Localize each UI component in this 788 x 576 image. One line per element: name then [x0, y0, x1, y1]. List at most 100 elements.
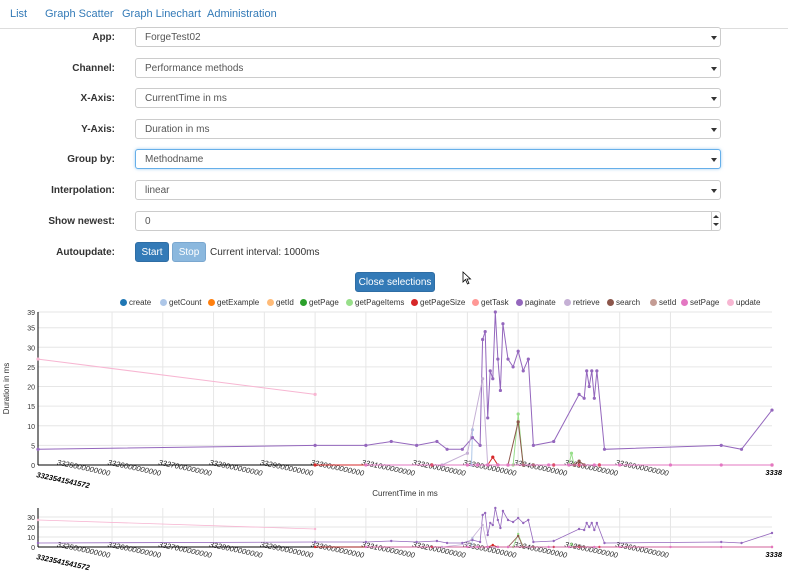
data-point-getPageSize[interactable]	[491, 543, 494, 547]
data-point-paginate[interactable]	[719, 443, 723, 447]
data-point-paginate[interactable]	[488, 369, 492, 373]
data-point-paginate[interactable]	[445, 447, 449, 451]
data-point-paginate[interactable]	[435, 439, 439, 444]
data-point-paginate[interactable]	[590, 521, 593, 525]
data-point-update[interactable]	[313, 392, 317, 396]
shownewest-input[interactable]: 0	[135, 211, 721, 231]
data-point-paginate[interactable]	[461, 541, 464, 545]
nav-list-link[interactable]: List	[10, 8, 27, 20]
data-point-paginate[interactable]	[590, 369, 594, 373]
data-point-paginate[interactable]	[595, 369, 599, 373]
data-point-search[interactable]	[577, 459, 581, 463]
data-point-retrieve[interactable]	[481, 377, 485, 381]
data-point-paginate[interactable]	[770, 408, 774, 412]
data-point-paginate[interactable]	[483, 330, 487, 334]
data-point-setPage[interactable]	[592, 463, 596, 467]
data-point-paginate[interactable]	[496, 518, 500, 522]
data-point-paginate[interactable]	[595, 521, 599, 525]
data-point-setPage[interactable]	[466, 545, 469, 549]
data-point-paginate[interactable]	[460, 447, 464, 451]
yaxis-select[interactable]: Duration in ms	[135, 119, 721, 139]
context-chart[interactable]: 0102030332500000000033260000000003327000…	[0, 500, 788, 576]
data-point-paginate[interactable]	[588, 525, 591, 529]
data-point-paginate[interactable]	[582, 396, 586, 400]
nav-graph-linechart-link[interactable]: Graph Linechart	[122, 8, 201, 20]
data-point-paginate[interactable]	[506, 518, 510, 522]
data-point-paginate[interactable]	[483, 511, 487, 515]
data-point-search[interactable]	[516, 534, 520, 538]
data-point-setPage[interactable]	[364, 545, 368, 549]
data-point-setPage[interactable]	[770, 463, 774, 467]
data-point-paginate[interactable]	[313, 540, 317, 544]
data-point-paginate[interactable]	[493, 310, 497, 314]
data-point-paginate[interactable]	[585, 369, 589, 373]
data-point-paginate[interactable]	[521, 369, 525, 373]
data-point-setPage[interactable]	[486, 463, 490, 467]
data-point-paginate[interactable]	[486, 416, 490, 420]
data-point-paginate[interactable]	[435, 539, 439, 543]
data-point-retrieve[interactable]	[466, 542, 469, 546]
data-point-paginate[interactable]	[577, 392, 581, 396]
data-point-search[interactable]	[516, 420, 520, 424]
groupby-select[interactable]: Methodname	[135, 149, 721, 169]
data-point-paginate[interactable]	[313, 443, 317, 447]
data-point-paginate[interactable]	[770, 531, 774, 535]
data-point-paginate[interactable]	[552, 439, 556, 444]
data-point-paginate[interactable]	[415, 540, 418, 544]
data-point-paginate[interactable]	[470, 435, 475, 440]
nav-administration-link[interactable]: Administration	[207, 8, 277, 20]
data-point-getPageItems[interactable]	[570, 542, 573, 546]
data-point-paginate[interactable]	[552, 539, 555, 543]
data-point-paginate[interactable]	[486, 533, 489, 537]
data-point-setPage[interactable]	[770, 545, 774, 549]
data-point-paginate[interactable]	[526, 357, 530, 361]
data-point-paginate[interactable]	[489, 521, 492, 525]
data-point-paginate[interactable]	[491, 523, 494, 527]
data-point-setPage[interactable]	[547, 463, 551, 467]
data-point-paginate[interactable]	[491, 377, 495, 381]
nav-graph-scatter-link[interactable]: Graph Scatter	[45, 8, 113, 20]
channel-select[interactable]: Performance methods	[135, 58, 721, 78]
data-point-paginate[interactable]	[592, 396, 596, 400]
close-selections-button[interactable]: Close selections	[355, 272, 435, 292]
data-point-paginate[interactable]	[501, 509, 505, 513]
data-point-paginate[interactable]	[481, 337, 485, 342]
start-button[interactable]: Start	[135, 242, 169, 262]
data-point-paginate[interactable]	[364, 443, 368, 447]
data-point-paginate[interactable]	[522, 521, 525, 525]
data-point-setPage[interactable]	[465, 463, 470, 467]
data-point-getPageSize[interactable]	[313, 545, 317, 549]
xaxis-select[interactable]: CurrentTime in ms	[135, 88, 721, 108]
data-point-setPage[interactable]	[618, 463, 622, 467]
data-point-paginate[interactable]	[498, 388, 503, 393]
data-point-setPage[interactable]	[506, 463, 510, 467]
data-point-paginate[interactable]	[602, 447, 607, 451]
data-point-paginate[interactable]	[389, 439, 393, 444]
data-point-paginate[interactable]	[478, 540, 482, 544]
data-point-retrieve[interactable]	[465, 451, 470, 455]
data-point-setPage[interactable]	[496, 545, 500, 549]
number-spinner[interactable]	[711, 212, 720, 230]
data-point-paginate[interactable]	[445, 541, 449, 545]
data-point-setPage[interactable]	[475, 463, 480, 467]
data-point-paginate[interactable]	[36, 541, 40, 545]
data-point-setPage[interactable]	[364, 463, 368, 467]
data-point-setPage[interactable]	[476, 545, 479, 549]
data-point-setPage[interactable]	[720, 545, 723, 549]
data-point-paginate[interactable]	[585, 521, 588, 525]
data-point-paginate[interactable]	[494, 506, 497, 510]
interpolation-select[interactable]: linear	[135, 180, 721, 200]
data-point-paginate[interactable]	[603, 541, 606, 545]
spinner-up-icon[interactable]	[713, 215, 719, 218]
spinner-down-icon[interactable]	[713, 223, 719, 226]
data-point-paginate[interactable]	[478, 443, 482, 447]
data-point-paginate[interactable]	[531, 443, 535, 447]
data-point-paginate[interactable]	[739, 447, 744, 451]
data-point-setPage[interactable]	[669, 545, 672, 549]
data-point-retrieve[interactable]	[481, 523, 484, 527]
data-point-paginate[interactable]	[415, 443, 419, 447]
data-point-setPage[interactable]	[506, 545, 510, 549]
data-point-setPage[interactable]	[496, 463, 500, 467]
stop-button[interactable]: Stop	[172, 242, 206, 262]
main-chart[interactable]: 0510152025303539332500000000033260000000…	[0, 300, 788, 500]
